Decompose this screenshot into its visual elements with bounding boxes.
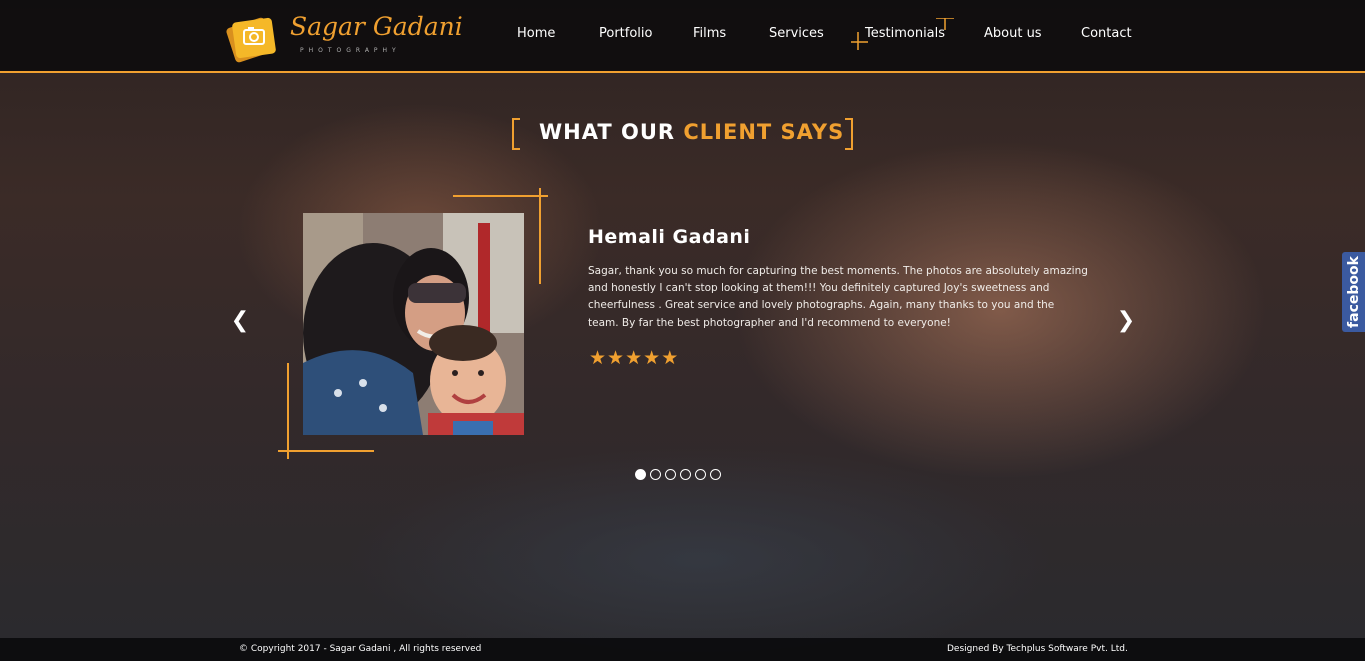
carousel-next-arrow-icon[interactable]: ❯ xyxy=(1113,308,1139,334)
testimonial-quote: Sagar, thank you so much for capturing t… xyxy=(588,265,1088,329)
facebook-label: facebook xyxy=(1346,256,1362,328)
carousel-pagination xyxy=(635,465,725,480)
star-icon: ★ xyxy=(589,347,607,369)
title-bracket-right xyxy=(845,118,853,150)
nav-home[interactable]: Home xyxy=(517,26,555,41)
title-accent: CLIENT SAYS xyxy=(683,120,845,144)
star-icon: ★ xyxy=(661,347,679,369)
pagination-dot[interactable] xyxy=(680,469,691,480)
star-icon: ★ xyxy=(625,347,643,369)
pagination-dot[interactable] xyxy=(665,469,676,480)
pagination-dot[interactable] xyxy=(710,469,721,480)
frame-line-top xyxy=(453,195,548,197)
frame-line-right xyxy=(539,188,541,284)
site-footer: © Copyright 2017 - Sagar Gadani , All ri… xyxy=(0,638,1365,661)
pagination-dot[interactable] xyxy=(650,469,661,480)
section-title-text: WHAT OUR CLIENT SAYS xyxy=(539,120,844,144)
title-prefix: WHAT OUR xyxy=(539,120,684,144)
section-title: WHAT OUR CLIENT SAYS xyxy=(512,118,853,150)
brand-tagline: PHOTOGRAPHY xyxy=(300,47,401,54)
frame-line-left xyxy=(287,363,289,459)
client-photo xyxy=(303,213,524,435)
testimonial-client-name: Hemali Gadani xyxy=(588,226,751,248)
star-icon: ★ xyxy=(643,347,661,369)
star-icon: ★ xyxy=(607,347,625,369)
active-nav-indicator-icon xyxy=(851,18,954,50)
pagination-dot[interactable] xyxy=(695,469,706,480)
facebook-side-tab[interactable]: facebook xyxy=(1342,252,1365,332)
testimonial-photo-frame xyxy=(278,188,550,460)
nav-services[interactable]: Services xyxy=(769,26,824,41)
site-header: Sagar Gadani PHOTOGRAPHY Home Portfolio … xyxy=(0,0,1365,73)
frame-line-bottom xyxy=(278,450,374,452)
title-bracket-left xyxy=(512,118,520,150)
nav-contact[interactable]: Contact xyxy=(1081,26,1132,41)
nav-portfolio[interactable]: Portfolio xyxy=(599,26,652,41)
client-photo-icon xyxy=(303,213,524,435)
footer-copyright: © Copyright 2017 - Sagar Gadani , All ri… xyxy=(239,644,482,654)
nav-about-us[interactable]: About us xyxy=(984,26,1042,41)
carousel-prev-arrow-icon[interactable]: ❮ xyxy=(227,308,253,334)
main-navigation: Home Portfolio Films Services Testimonia… xyxy=(0,18,1365,50)
rating-stars: ★★★★★ xyxy=(589,348,679,368)
footer-designer-credit[interactable]: Designed By Techplus Software Pvt. Ltd. xyxy=(947,644,1128,654)
nav-films[interactable]: Films xyxy=(693,26,726,41)
pagination-dot[interactable] xyxy=(635,469,646,480)
